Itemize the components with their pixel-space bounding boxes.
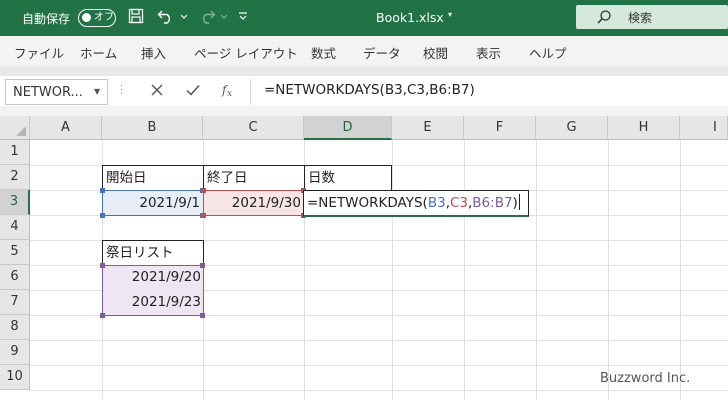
- formula-text: ): [512, 195, 518, 211]
- tab-review[interactable]: 校閲: [423, 43, 448, 62]
- cell-b5[interactable]: 祭日リスト: [102, 240, 204, 266]
- workbook-title[interactable]: Book1.xlsx: [376, 10, 444, 25]
- column-header-h[interactable]: H: [608, 116, 680, 140]
- formula-bar-gap: [0, 106, 728, 116]
- formula-text: =NETWORKDAYS(: [307, 195, 428, 211]
- search-icon: [596, 9, 612, 29]
- tab-view[interactable]: 表示: [476, 43, 501, 62]
- cell-c3[interactable]: 2021/9/30: [203, 190, 305, 216]
- title-chevron-down-icon[interactable]: ▾: [448, 10, 452, 19]
- gridline: [680, 140, 681, 400]
- select-all-triangle-icon: [16, 126, 26, 136]
- gridline: [464, 140, 465, 400]
- insert-function-icon[interactable]: fx: [221, 82, 237, 102]
- formula-ref-b3: B3: [427, 195, 446, 211]
- range-handle[interactable]: [201, 188, 206, 193]
- save-icon[interactable]: [128, 8, 144, 28]
- cell-b2[interactable]: 開始日: [102, 165, 204, 191]
- range-handle[interactable]: [100, 213, 105, 218]
- name-box-value: NETWOR...: [13, 85, 83, 100]
- ribbon-tabs: ファイル ホーム 挿入 ページ レイアウト 数式 データ 校閲 表示 ヘルプ: [0, 36, 728, 66]
- tab-page-layout[interactable]: ページ レイアウト: [194, 43, 298, 62]
- row-header-10[interactable]: 10: [0, 365, 30, 390]
- tab-insert[interactable]: 挿入: [141, 43, 166, 62]
- column-header-c[interactable]: C: [203, 116, 304, 140]
- ribbon-separator: [0, 66, 728, 76]
- range-handle[interactable]: [200, 313, 205, 318]
- column-header-i[interactable]: I: [680, 116, 728, 140]
- autosave-state: オフ: [94, 12, 114, 23]
- formula-ref-b6-b7: B6:B7: [472, 195, 513, 211]
- tab-formulas[interactable]: 数式: [311, 43, 336, 62]
- autosave-toggle[interactable]: オフ: [78, 9, 116, 27]
- gridline: [608, 140, 609, 400]
- row-header-7[interactable]: 7: [0, 290, 30, 315]
- enter-check-icon[interactable]: [185, 82, 201, 102]
- range-handle[interactable]: [100, 188, 105, 193]
- row-header-5[interactable]: 5: [0, 240, 30, 265]
- cell-b7[interactable]: 2021/9/23: [102, 290, 204, 315]
- cancel-icon[interactable]: [150, 82, 164, 102]
- range-handle[interactable]: [200, 263, 205, 268]
- gridline: [30, 365, 728, 366]
- text-cursor: [518, 194, 520, 210]
- gridline: [392, 140, 393, 400]
- gridline: [536, 140, 537, 400]
- gridline: [30, 340, 728, 341]
- undo-icon[interactable]: [157, 8, 175, 28]
- row-header-2[interactable]: 2: [0, 165, 30, 190]
- toggle-knob: [82, 13, 91, 22]
- search-box[interactable]: 検索: [576, 5, 728, 29]
- row-header-9[interactable]: 9: [0, 340, 30, 365]
- title-bar: 自動保存 オフ Book1.xlsx ▾ 検索: [0, 0, 728, 36]
- tab-home[interactable]: ホーム: [80, 43, 117, 62]
- range-handle[interactable]: [100, 313, 105, 318]
- row-header-3[interactable]: 3: [0, 190, 30, 215]
- row-header-4[interactable]: 4: [0, 215, 30, 240]
- redo-dropdown-icon[interactable]: [220, 8, 228, 28]
- formula-bar-divider: [250, 79, 251, 105]
- row-header-6[interactable]: 6: [0, 265, 30, 290]
- autosave-label: 自動保存: [22, 12, 71, 26]
- formula-ref-c3: C3: [449, 195, 468, 211]
- cell-b3[interactable]: 2021/9/1: [102, 190, 204, 216]
- cell-d3-editor[interactable]: =NETWORKDAYS(B3,C3,B6:B7): [303, 190, 529, 217]
- search-label: 検索: [628, 11, 653, 25]
- column-header-e[interactable]: E: [392, 116, 464, 140]
- tab-data[interactable]: データ: [363, 43, 401, 62]
- tab-file[interactable]: ファイル: [14, 43, 64, 62]
- name-box[interactable]: NETWOR... ▼: [5, 79, 108, 105]
- svg-text:x: x: [227, 89, 232, 98]
- undo-dropdown-icon[interactable]: [180, 8, 188, 28]
- cell-c2[interactable]: 終了日: [203, 165, 305, 191]
- redo-icon[interactable]: [198, 8, 216, 28]
- cell-b6[interactable]: 2021/9/20: [102, 265, 204, 290]
- formula-bar-grip-icon[interactable]: · · ·: [120, 82, 123, 100]
- row-header-1[interactable]: 1: [0, 140, 30, 165]
- range-handle[interactable]: [100, 263, 105, 268]
- formula-bar: NETWOR... ▼ · · · fx =NETWORKDAYS(B3,C3,B6…: [0, 76, 728, 106]
- range-handle[interactable]: [201, 213, 206, 218]
- tab-help[interactable]: ヘルプ: [529, 43, 567, 62]
- column-header-d[interactable]: D: [304, 116, 392, 140]
- customize-toolbar-icon[interactable]: [238, 8, 248, 28]
- gridline: [30, 390, 728, 391]
- column-header-f[interactable]: F: [464, 116, 536, 140]
- column-header-a[interactable]: A: [30, 116, 102, 140]
- select-all-button[interactable]: [0, 116, 30, 140]
- row-header-8[interactable]: 8: [0, 315, 30, 340]
- cell-d2[interactable]: 日数: [304, 165, 392, 191]
- formula-input[interactable]: =NETWORKDAYS(B3,C3,B6:B7): [264, 82, 475, 98]
- watermark: Buzzword Inc.: [600, 371, 691, 386]
- column-header-g[interactable]: G: [536, 116, 608, 140]
- column-header-b[interactable]: B: [102, 116, 203, 140]
- name-box-chevron-down-icon[interactable]: ▼: [94, 87, 100, 96]
